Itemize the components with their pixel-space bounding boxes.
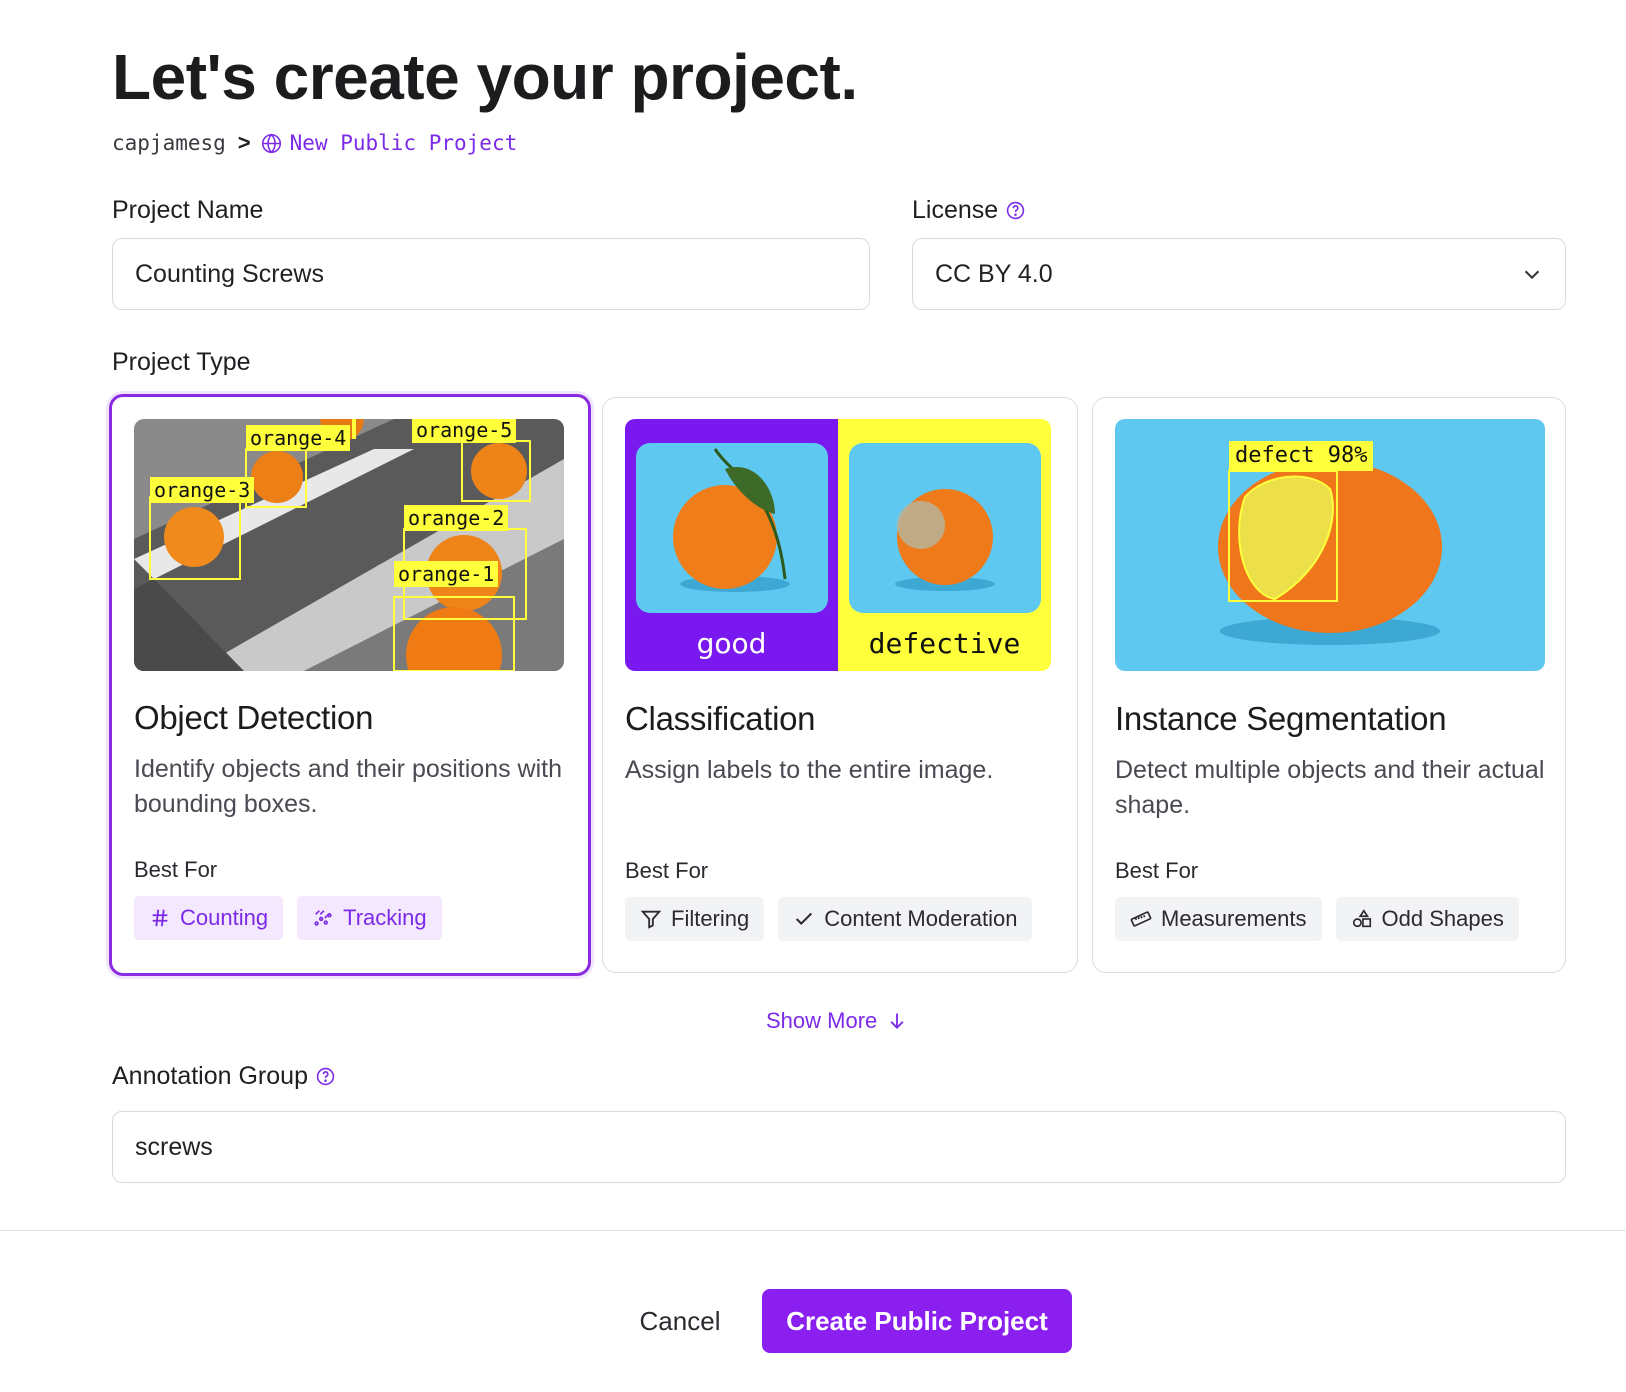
project-type-card-classification[interactable]: good defective Classification Assign lab…: [602, 397, 1078, 973]
project-name-input[interactable]: [112, 238, 870, 310]
card-description: Detect multiple objects and their actual…: [1115, 756, 1545, 819]
class-label-good: good: [696, 627, 767, 660]
card-title: Object Detection: [134, 699, 374, 736]
class-label-defective: defective: [868, 627, 1021, 660]
breadcrumb-current-label: New Public Project: [289, 131, 518, 155]
globe-icon: [261, 133, 281, 153]
project-type-card-object-detection[interactable]: orange-4 orange-5 orange-3 orange-2 oran…: [109, 394, 591, 976]
instance-segmentation-image: defect 98%: [1115, 419, 1545, 671]
bbox-label: orange-3: [150, 477, 255, 503]
object-detection-image: orange-4 orange-5 orange-3 orange-2 oran…: [134, 419, 564, 671]
card-title: Classification: [625, 700, 816, 737]
help-icon[interactable]: [316, 1067, 335, 1086]
tag-counting: Counting: [134, 896, 284, 940]
breadcrumb-separator: >: [237, 130, 251, 155]
annotation-group-label: Annotation Group: [112, 1062, 335, 1091]
bbox-label: orange-5: [412, 419, 517, 443]
best-for-label: Best For: [625, 858, 709, 883]
classification-image: good defective: [625, 419, 1051, 671]
project-name-label: Project Name: [112, 196, 264, 224]
license-selected-value: CC BY 4.0: [935, 259, 1053, 288]
cancel-button[interactable]: Cancel: [620, 1289, 740, 1353]
tag-tracking: Tracking: [297, 896, 442, 940]
card-title: Instance Segmentation: [1115, 700, 1447, 737]
check-icon: [796, 912, 813, 926]
license-label: License: [912, 196, 1025, 225]
footer-divider: [0, 1230, 1626, 1231]
bbox-label: orange-4: [246, 425, 351, 451]
page-title: Let's create your project.: [112, 41, 858, 113]
tag-list: Measurements Odd Shapes: [1115, 897, 1519, 941]
segmentation-label: defect 98%: [1229, 441, 1374, 471]
arrow-down-icon: [890, 1013, 904, 1029]
tag-list: Counting Tracking: [134, 896, 442, 940]
hash-icon: [152, 909, 168, 927]
tracking-icon: [314, 910, 332, 926]
ruler-icon: [1130, 911, 1152, 927]
tag-list: Filtering Content Moderation: [625, 897, 1033, 941]
project-type-card-instance-segmentation[interactable]: defect 98% Instance Segmentation Detect …: [1092, 397, 1566, 973]
tag-content-moderation: Content Moderation: [778, 897, 1033, 941]
breadcrumb: capjamesg > New Public Project: [112, 130, 517, 156]
breadcrumb-current: New Public Project: [261, 131, 518, 155]
show-more-button[interactable]: Show More: [766, 1008, 907, 1034]
help-icon[interactable]: [1006, 201, 1025, 220]
card-description: Assign labels to the entire image.: [625, 756, 994, 784]
tag-odd-shapes: Odd Shapes: [1335, 897, 1519, 941]
license-select[interactable]: CC BY 4.0: [912, 238, 1566, 310]
card-description: Identify objects and their positions wit…: [134, 755, 563, 818]
best-for-label: Best For: [1115, 858, 1199, 883]
bbox-label: orange-2: [404, 505, 509, 531]
annotation-group-input[interactable]: [112, 1111, 1566, 1183]
tag-measurements: Measurements: [1115, 897, 1322, 941]
bbox-label: orange-1: [394, 561, 499, 587]
create-public-project-button[interactable]: Create Public Project: [762, 1289, 1072, 1353]
project-type-label: Project Type: [112, 348, 251, 376]
shapes-icon: [1352, 909, 1371, 928]
best-for-label: Best For: [134, 857, 218, 882]
chevron-down-icon: [1524, 270, 1540, 280]
tag-filtering: Filtering: [625, 897, 765, 941]
breadcrumb-user[interactable]: capjamesg: [112, 131, 226, 155]
filter-icon: [640, 910, 662, 929]
